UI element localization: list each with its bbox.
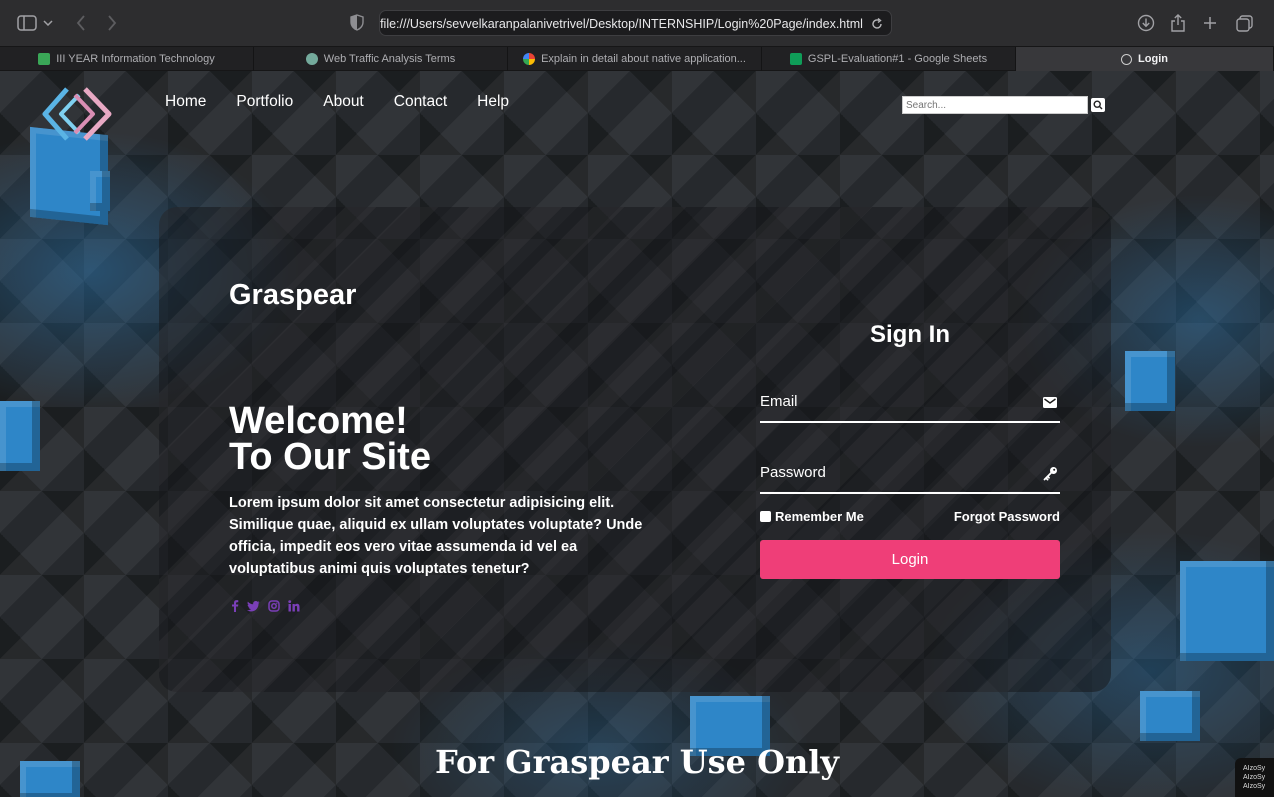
linkedin-icon[interactable] <box>288 600 300 612</box>
sheets-icon <box>789 53 802 65</box>
corner-popup: AIzoSy AIzoSy AIzoSy <box>1235 758 1274 797</box>
login-card: Graspear Welcome! To Our Site Lorem ipsu… <box>159 207 1111 692</box>
brand-logo-icon[interactable] <box>41 85 113 143</box>
url-text[interactable]: file:///Users/sevvelkaranpalanivetrivel/… <box>380 11 863 37</box>
nav-help[interactable]: Help <box>477 93 509 111</box>
background-cube <box>0 401 40 471</box>
search-button[interactable] <box>1091 98 1105 112</box>
mail-icon <box>1042 394 1058 410</box>
footer-title: For Graspear Use Only <box>434 743 840 781</box>
nav-about[interactable]: About <box>323 93 364 111</box>
brand-name: Graspear <box>229 279 357 311</box>
tab-login[interactable]: Login <box>1016 47 1274 71</box>
background-cube <box>1140 691 1200 741</box>
browser-toolbar: file:///Users/sevvelkaranpalanivetrivel/… <box>0 0 1274 46</box>
password-field[interactable]: Password <box>760 456 1060 494</box>
twitter-icon[interactable] <box>247 600 260 612</box>
nav-contact[interactable]: Contact <box>394 93 447 111</box>
welcome-line-1: Welcome! <box>229 400 408 442</box>
login-button[interactable]: Login <box>760 540 1060 579</box>
nav-home[interactable]: Home <box>165 93 206 111</box>
key-icon <box>1042 465 1058 481</box>
main-nav: Home Portfolio About Contact Help <box>165 93 509 111</box>
reload-icon[interactable] <box>867 14 887 34</box>
compass-icon <box>1121 53 1133 65</box>
hero-description: Lorem ipsum dolor sit amet consectetur a… <box>229 495 643 577</box>
email-field[interactable]: Email <box>760 385 1060 423</box>
background-cube <box>1125 351 1175 411</box>
forward-icon[interactable] <box>100 11 124 35</box>
sidebar-toggle-icon[interactable] <box>15 11 39 35</box>
address-bar[interactable]: file:///Users/sevvelkaranpalanivetrivel/… <box>379 10 892 36</box>
chevron-down-icon[interactable] <box>41 11 55 35</box>
privacy-shield-icon[interactable] <box>350 14 366 32</box>
forgot-password-link[interactable]: Forgot Password <box>916 509 1060 524</box>
welcome-heading: Welcome! To Our Site <box>229 400 431 478</box>
new-tab-icon[interactable] <box>1198 11 1222 35</box>
download-icon[interactable] <box>1134 11 1158 35</box>
password-label: Password <box>760 464 826 481</box>
background-cube <box>1180 561 1274 661</box>
tab-gspl-evaluation[interactable]: GSPL-Evaluation#1 - Google Sheets <box>762 47 1016 71</box>
tab-bar: III YEAR Information Technology Web Traf… <box>0 46 1274 71</box>
tab-label: Explain in detail about native applicati… <box>541 53 746 65</box>
back-icon[interactable] <box>69 11 93 35</box>
tab-label: Web Traffic Analysis Terms <box>323 53 456 65</box>
social-links <box>231 600 300 612</box>
background-cube <box>90 171 110 211</box>
instagram-icon[interactable] <box>268 600 280 612</box>
tab-native-application[interactable]: Explain in detail about native applicati… <box>508 47 762 71</box>
email-label: Email <box>760 393 798 410</box>
google-icon <box>523 53 536 65</box>
share-icon[interactable] <box>1166 11 1190 35</box>
tab-overview-icon[interactable] <box>1232 11 1256 35</box>
tab-label: GSPL-Evaluation#1 - Google Sheets <box>807 53 988 65</box>
page-background: Home Portfolio About Contact Help Graspe… <box>0 71 1274 797</box>
signin-title: Sign In <box>870 321 950 348</box>
remember-label: Remember Me <box>775 509 864 524</box>
tab-label: III YEAR Information Technology <box>56 53 215 65</box>
welcome-line-2: To Our Site <box>229 436 431 478</box>
sheets-icon <box>38 53 51 65</box>
search-icon <box>1093 100 1103 110</box>
tab-web-traffic[interactable]: Web Traffic Analysis Terms <box>254 47 508 71</box>
tab-label: Login <box>1138 53 1168 65</box>
remember-checkbox[interactable] <box>760 511 771 522</box>
nav-portfolio[interactable]: Portfolio <box>236 93 293 111</box>
tab-iii-year[interactable]: III YEAR Information Technology <box>0 47 254 71</box>
search-input[interactable] <box>902 96 1088 114</box>
chatgpt-icon <box>305 53 318 65</box>
remember-me[interactable]: Remember Me <box>760 509 864 524</box>
facebook-icon[interactable] <box>231 600 239 612</box>
